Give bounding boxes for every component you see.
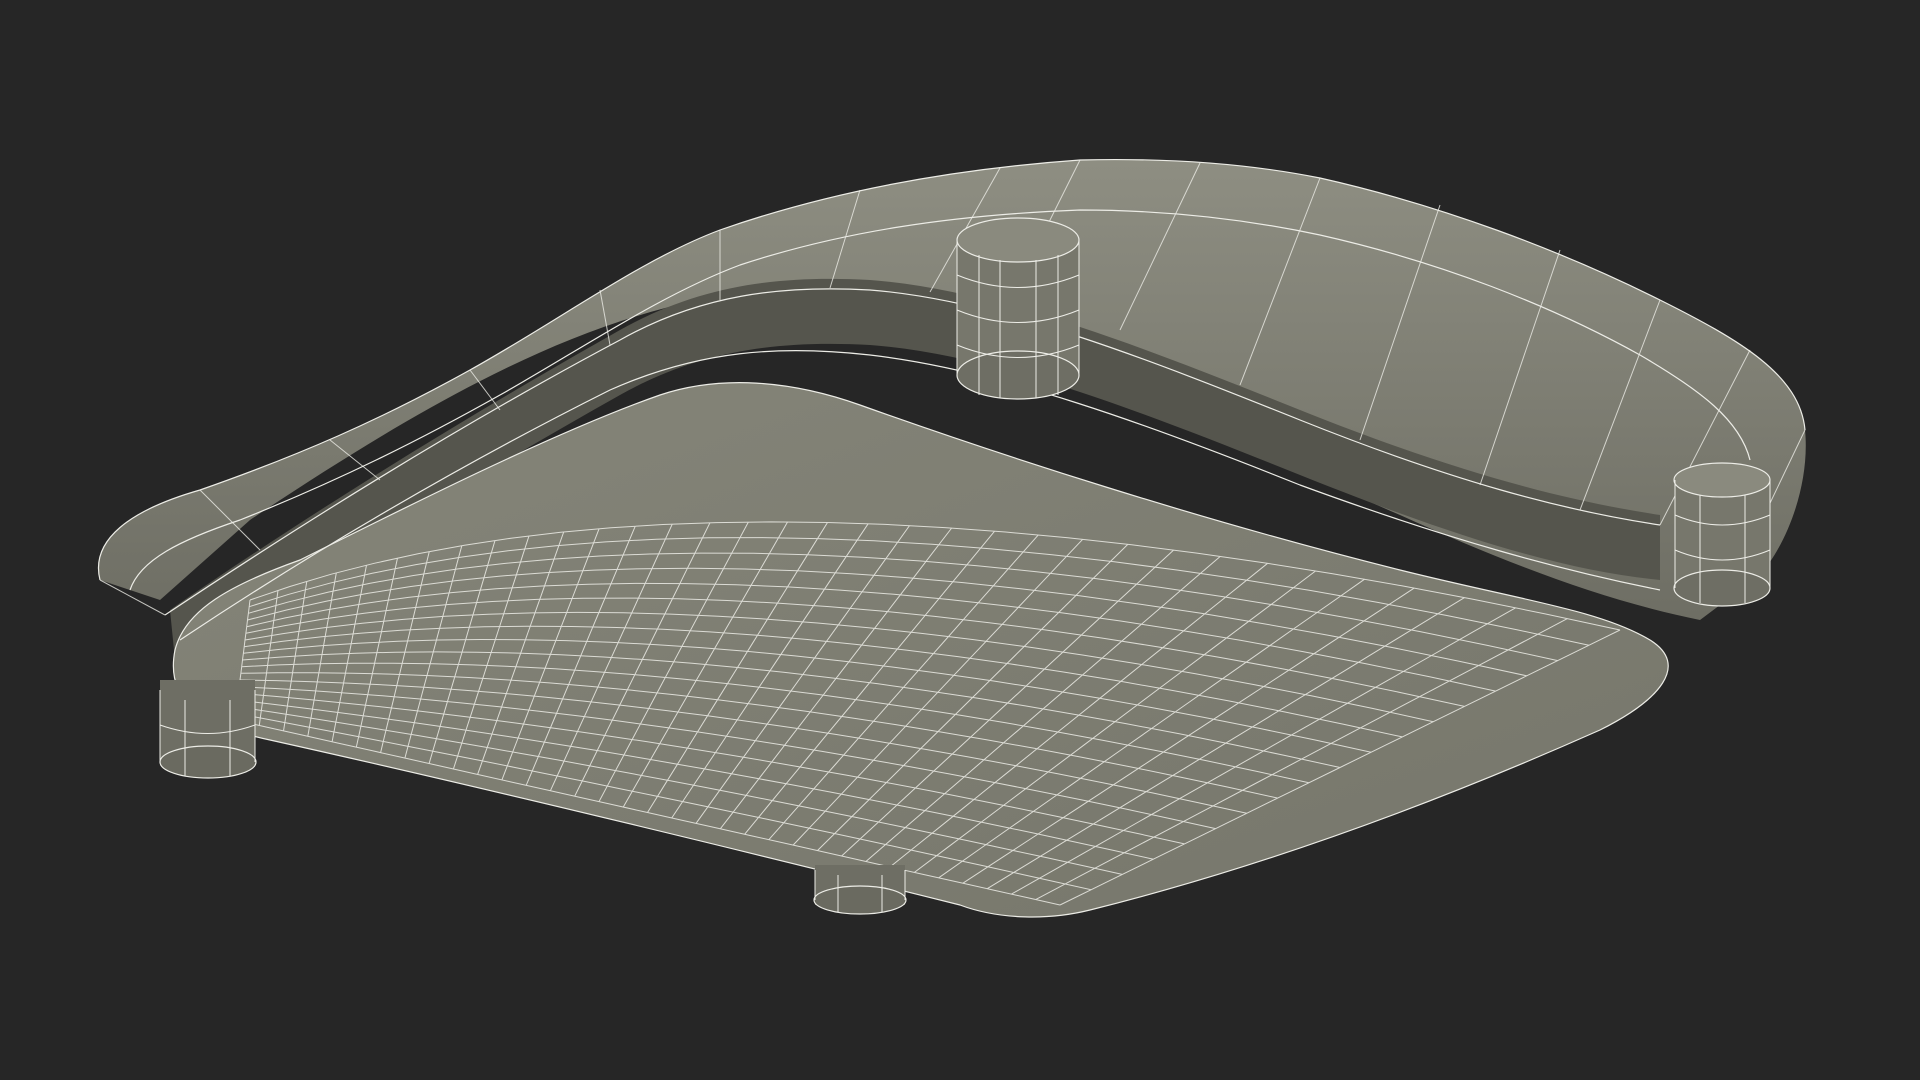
peg-top-center	[956, 217, 1080, 400]
render-viewport	[0, 0, 1920, 1080]
wireframe-tray-render	[97, 158, 1806, 918]
peg-right	[1673, 462, 1771, 607]
peg-left	[159, 680, 257, 779]
peg-bottom	[813, 865, 907, 915]
